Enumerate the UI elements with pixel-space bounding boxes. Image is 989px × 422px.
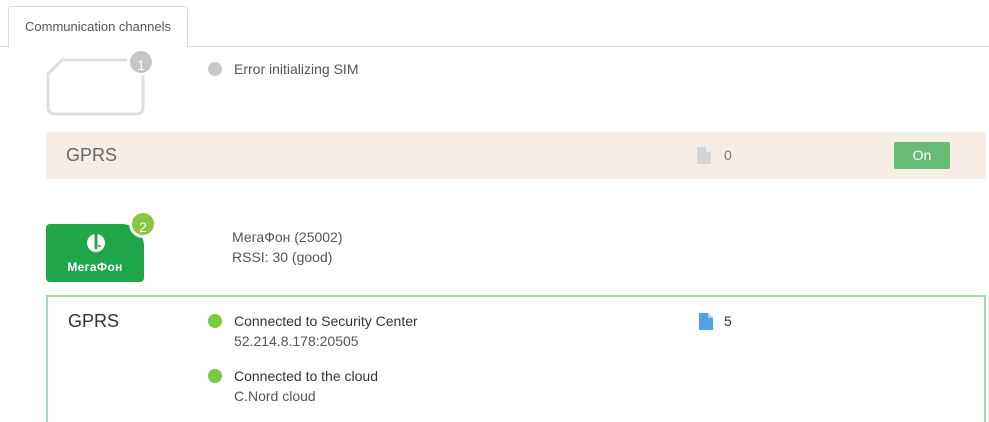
operator-name: МегаФон (25002) <box>232 229 343 245</box>
megafon-logo-icon <box>87 234 105 252</box>
channel-label: GPRS <box>66 145 118 165</box>
event-count: 5 <box>724 313 732 329</box>
sim-1-status-text: Error initializing SIM <box>234 61 359 77</box>
megafon-logo-text: МегаФон <box>67 260 123 274</box>
status-dot-gray-icon <box>208 62 222 76</box>
connection-detail: C.Nord cloud <box>234 388 316 404</box>
channel-on-toggle[interactable]: On <box>894 142 950 169</box>
megafon-sim-card: МегаФон <box>46 224 144 282</box>
connection-security-center: Connected to Security Center 52.214.8.17… <box>208 311 418 351</box>
channel-label: GPRS <box>68 311 120 331</box>
status-dot-green-icon <box>208 314 222 328</box>
sim-number-badge-2: 2 <box>129 210 157 238</box>
sim-1-status: Error initializing SIM <box>208 61 358 77</box>
rssi-value: RSSI: 30 (good) <box>232 249 333 265</box>
connection-title: Connected to Security Center <box>234 313 418 329</box>
file-icon <box>697 147 711 164</box>
connection-cloud: Connected to the cloud C.Nord cloud <box>208 366 378 406</box>
connection-title: Connected to the cloud <box>234 368 378 384</box>
gprs-channel-sim-1: GPRS 0 On <box>46 132 986 179</box>
status-dot-green-icon <box>208 369 222 383</box>
operator-info: МегаФон (25002) RSSI: 30 (good) <box>232 227 343 267</box>
gprs-channel-sim-2: GPRS Connected to Security Center 52.214… <box>46 295 986 422</box>
sim-number-badge-1: 1 <box>127 48 155 76</box>
event-count: 0 <box>724 147 732 163</box>
tab-bar: Communication channels <box>0 0 989 48</box>
file-icon <box>699 313 713 330</box>
tab-communication-channels[interactable]: Communication channels <box>8 6 188 48</box>
connection-detail: 52.214.8.178:20505 <box>234 333 359 349</box>
